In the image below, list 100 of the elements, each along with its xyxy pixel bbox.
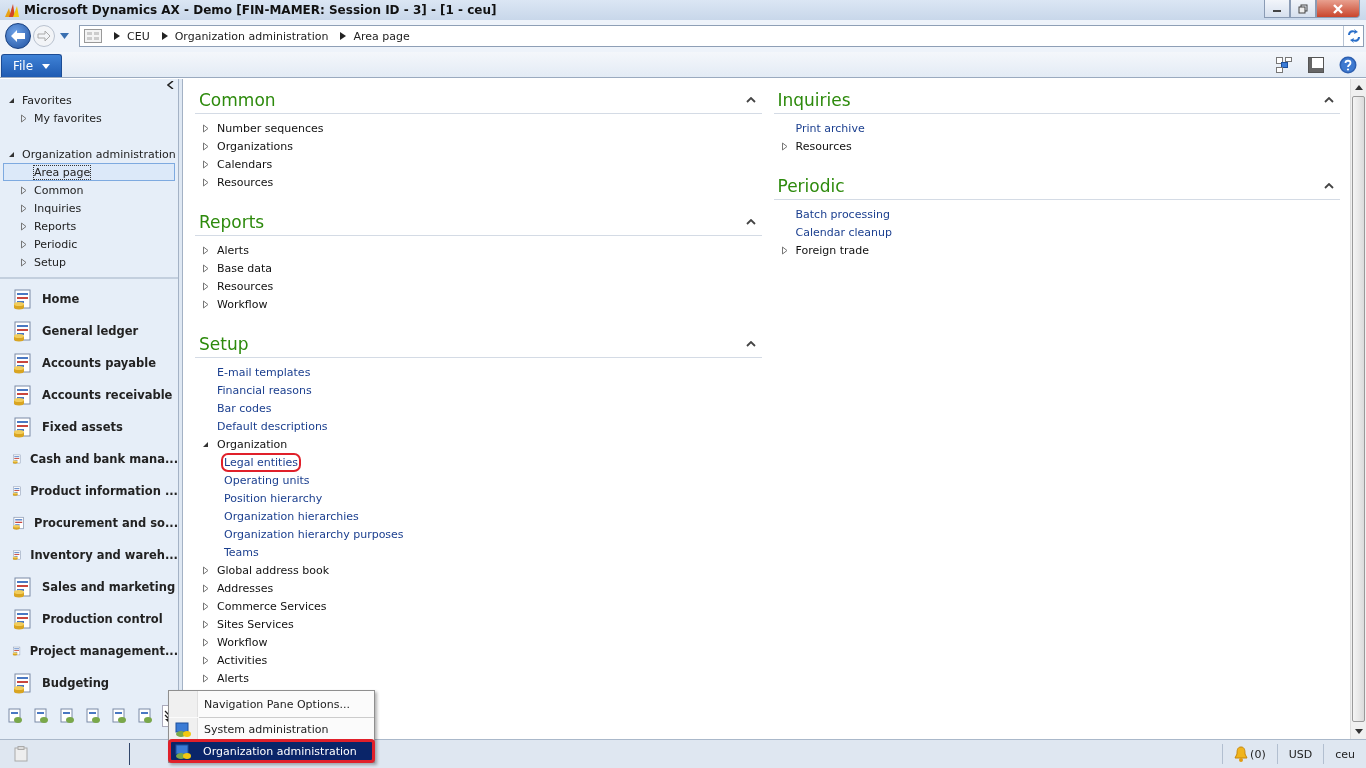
- scrollbar-thumb[interactable]: [1352, 96, 1365, 722]
- tree-group-label[interactable]: Organization administration: [22, 147, 176, 161]
- menu-item[interactable]: Navigation Pane Options...: [169, 691, 374, 717]
- breadcrumb-link[interactable]: Area page: [353, 29, 410, 43]
- module-button[interactable]: Product information ...: [0, 475, 178, 507]
- module-icon: [174, 742, 192, 760]
- back-button[interactable]: [5, 23, 31, 49]
- clipboard-icon: [14, 746, 28, 762]
- tree-item[interactable]: Setup: [34, 255, 67, 269]
- group-link[interactable]: Organizations: [217, 139, 294, 153]
- layout-toggle-button[interactable]: [1274, 54, 1294, 75]
- group-link[interactable]: Activities: [217, 653, 268, 667]
- group-link[interactable]: Foreign trade: [795, 243, 870, 257]
- scroll-up-icon: [1354, 84, 1363, 90]
- module-button[interactable]: Accounts receivable: [0, 379, 178, 411]
- tree-item[interactable]: Reports: [34, 219, 77, 233]
- group-link[interactable]: Workflow: [217, 635, 268, 649]
- group-link[interactable]: Alerts: [217, 243, 249, 257]
- module-shortcut-button[interactable]: [84, 707, 102, 725]
- breadcrumb-arrow-icon[interactable]: [114, 32, 120, 40]
- group-link[interactable]: Sites Services: [217, 617, 294, 631]
- module-button[interactable]: Sales and marketing: [0, 571, 178, 603]
- menu-item[interactable]: Organization administration: [169, 740, 374, 762]
- module-icon: [12, 608, 34, 630]
- currency-label[interactable]: USD: [1276, 744, 1324, 764]
- form-link[interactable]: Organization hierarchies: [224, 509, 359, 523]
- module-shortcut-button[interactable]: [58, 707, 76, 725]
- group-link[interactable]: Base data: [217, 261, 273, 275]
- form-link[interactable]: Bar codes: [217, 401, 272, 415]
- menu-item[interactable]: System administration: [169, 718, 374, 740]
- module-button[interactable]: Production control: [0, 603, 178, 635]
- module-icon: [137, 708, 153, 724]
- tree-group-label[interactable]: Favorites: [22, 93, 72, 107]
- group-link[interactable]: Calendars: [217, 157, 273, 171]
- module-shortcut-button[interactable]: [110, 707, 128, 725]
- breadcrumb-link[interactable]: CEU: [127, 29, 150, 43]
- module-button[interactable]: Fixed assets: [0, 411, 178, 443]
- group-link[interactable]: Addresses: [217, 581, 274, 595]
- group-link[interactable]: Resources: [217, 175, 274, 189]
- form-link[interactable]: Organization hierarchy purposes: [224, 527, 404, 541]
- address-field[interactable]: CEU Organization administration Area page: [79, 25, 1364, 47]
- module-button[interactable]: Project management...: [0, 635, 178, 667]
- tree-item[interactable]: Inquiries: [34, 201, 82, 215]
- tree-item[interactable]: Periodic: [34, 237, 78, 251]
- form-link[interactable]: Financial reasons: [217, 383, 312, 397]
- module-shortcut-button[interactable]: [6, 707, 24, 725]
- bell-icon: [1234, 746, 1249, 762]
- module-shortcut-button[interactable]: [136, 707, 154, 725]
- module-button[interactable]: General ledger: [0, 315, 178, 347]
- form-link[interactable]: Default descriptions: [217, 419, 328, 433]
- group-link[interactable]: Resources: [795, 139, 852, 153]
- group-link[interactable]: Global address book: [217, 563, 330, 577]
- refresh-button[interactable]: [1343, 26, 1363, 46]
- file-menu-button[interactable]: File: [1, 54, 62, 77]
- module-icon: [174, 720, 192, 738]
- vertical-scrollbar[interactable]: [1350, 79, 1366, 739]
- group-link[interactable]: Alerts: [217, 671, 249, 685]
- form-link[interactable]: Operating units: [224, 473, 310, 487]
- breadcrumb-arrow-icon[interactable]: [340, 32, 347, 40]
- form-link[interactable]: Legal entities: [224, 455, 298, 469]
- section-heading: Common: [199, 90, 276, 110]
- notifications-button[interactable]: (0): [1222, 744, 1277, 764]
- module-icon: [33, 708, 49, 724]
- section-heading: Inquiries: [777, 90, 851, 110]
- group-link[interactable]: Commerce Services: [217, 599, 327, 613]
- breadcrumb-arrow-icon[interactable]: [161, 32, 168, 40]
- module-button[interactable]: Procurement and so...: [0, 507, 178, 539]
- group-link[interactable]: Number sequences: [217, 121, 324, 135]
- tree-item[interactable]: My favorites: [34, 111, 102, 125]
- form-link[interactable]: Teams: [224, 545, 259, 559]
- maximize-button[interactable]: [1290, 0, 1316, 18]
- pane-toggle-button[interactable]: [1306, 54, 1326, 75]
- module-icon: [12, 352, 34, 374]
- module-button[interactable]: Cash and bank mana...: [0, 443, 178, 475]
- breadcrumb-link[interactable]: Organization administration: [174, 29, 329, 43]
- module-icon: [59, 708, 75, 724]
- module-icon: [12, 416, 34, 438]
- collapse-pane-icon[interactable]: [167, 81, 174, 89]
- tree-item[interactable]: Common: [34, 183, 84, 197]
- group-link[interactable]: Organization: [217, 437, 288, 451]
- group-link[interactable]: Workflow: [217, 297, 268, 311]
- module-button[interactable]: Inventory and wareh...: [0, 539, 178, 571]
- module-button[interactable]: Accounts payable: [0, 347, 178, 379]
- module-button[interactable]: Home: [0, 283, 178, 315]
- help-button[interactable]: [1338, 54, 1358, 75]
- group-link[interactable]: Resources: [217, 279, 274, 293]
- form-link[interactable]: Batch processing: [795, 207, 890, 221]
- close-button[interactable]: [1316, 0, 1360, 18]
- company-label[interactable]: ceu: [1323, 744, 1366, 764]
- panel-layout-icon: [1308, 56, 1324, 73]
- form-link[interactable]: Position hierarchy: [224, 491, 323, 505]
- minimize-button[interactable]: [1264, 0, 1290, 18]
- module-icon: [12, 288, 34, 310]
- module-shortcut-button[interactable]: [32, 707, 50, 725]
- form-link[interactable]: Print archive: [795, 121, 865, 135]
- module-icon: [111, 708, 127, 724]
- selected-tree-item[interactable]: Area page: [3, 163, 175, 181]
- form-link[interactable]: Calendar cleanup: [795, 225, 892, 239]
- form-link[interactable]: E-mail templates: [217, 365, 311, 379]
- close-icon: [1332, 3, 1344, 14]
